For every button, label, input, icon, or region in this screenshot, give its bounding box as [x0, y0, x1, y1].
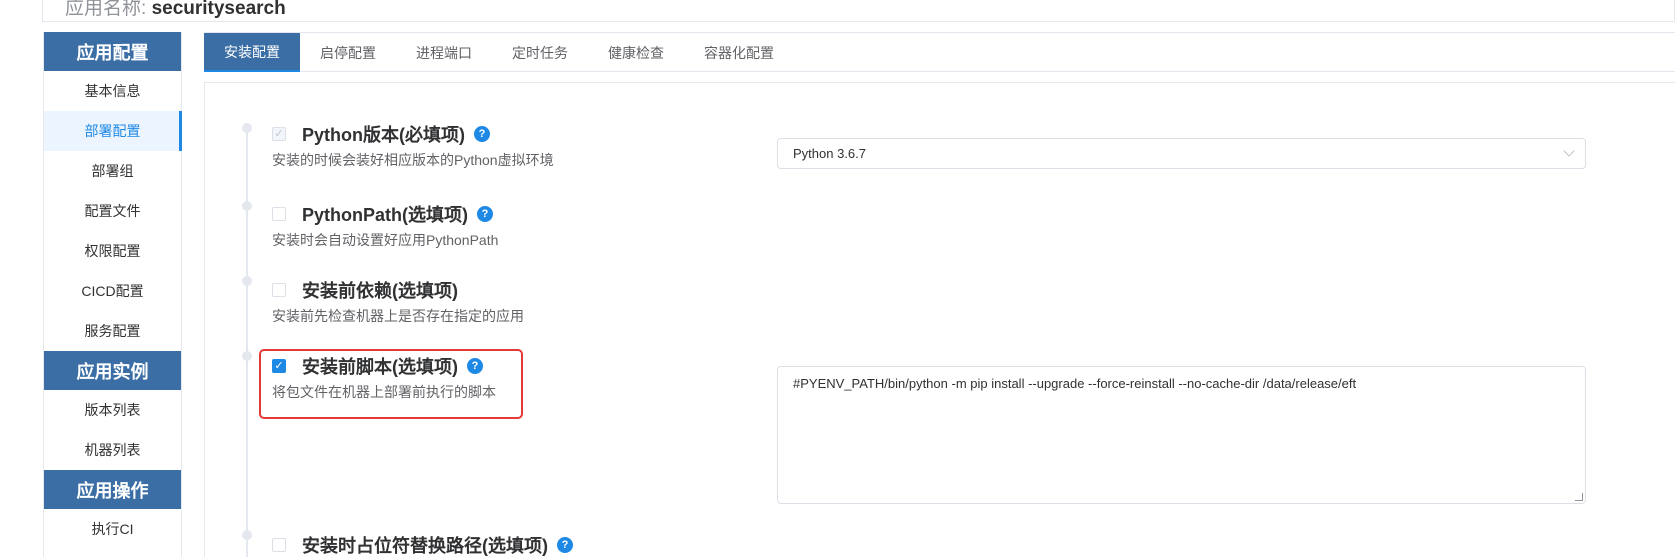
tab-container-config[interactable]: 容器化配置 [684, 33, 794, 72]
tab-process-ports[interactable]: 进程端口 [396, 33, 492, 72]
config-item-title: 安装时占位符替换路径(选填项) [302, 536, 548, 556]
config-item-desc: 安装时会自动设置好应用PythonPath [272, 232, 499, 248]
config-item-desc: 安装前先检查机器上是否存在指定的应用 [272, 308, 524, 324]
sidebar-item-cicd[interactable]: CICD配置 [44, 271, 181, 311]
pythonpath-checkbox[interactable] [272, 207, 286, 221]
sidebar-item-basic-info[interactable]: 基本信息 [44, 71, 181, 111]
sidebar-item-version-list[interactable]: 版本列表 [44, 390, 181, 430]
timeline-line [246, 130, 248, 557]
timeline-dot [242, 201, 252, 211]
sidebar-item-deploy-group[interactable]: 部署组 [44, 151, 181, 191]
python-version-select[interactable]: Python 3.6.7 [777, 138, 1586, 169]
sidebar-group-app-config: 应用配置 [44, 32, 181, 71]
help-icon[interactable]: ? [477, 206, 493, 222]
timeline-dot [242, 276, 252, 286]
resize-handle-icon[interactable] [1575, 493, 1583, 501]
pre-install-script-checkbox[interactable]: ✓ [272, 359, 286, 373]
pre-install-script-value: #PYENV_PATH/bin/python -m pip install --… [793, 376, 1357, 391]
tab-health-check[interactable]: 健康检查 [588, 33, 684, 72]
app-name-label: 应用名称: [65, 0, 147, 19]
help-icon[interactable]: ? [467, 358, 483, 374]
app-name-value: securitysearch [151, 0, 286, 19]
help-icon[interactable]: ? [557, 537, 573, 553]
config-item-title: 安装前脚本(选填项) [302, 357, 458, 377]
timeline-dot [242, 351, 252, 361]
config-item-title: Python版本(必填项) [302, 125, 465, 145]
config-item-desc: 安装的时候会装好相应版本的Python虚拟环境 [272, 152, 554, 168]
config-tabs: 安装配置 启停配置 进程端口 定时任务 健康检查 容器化配置 [204, 32, 1675, 72]
config-item-python-version: ✓ Python版本(必填项) ? 安装的时候会装好相应版本的Python虚拟环… [272, 122, 554, 170]
sidebar-item-deploy-config[interactable]: 部署配置 [44, 111, 182, 151]
sidebar-group-app-instances: 应用实例 [44, 351, 181, 390]
python-version-value: Python 3.6.7 [793, 146, 866, 161]
app-name-row: 应用名称: securitysearch [65, 0, 286, 20]
timeline-dot [242, 530, 252, 540]
placeholder-paths-checkbox[interactable] [272, 538, 286, 552]
tab-start-stop-config[interactable]: 启停配置 [300, 33, 396, 72]
sidebar-group-app-operations: 应用操作 [44, 470, 181, 509]
tab-scheduled-tasks[interactable]: 定时任务 [492, 33, 588, 72]
sidebar-item-config-files[interactable]: 配置文件 [44, 191, 181, 231]
pre-install-script-textarea[interactable]: #PYENV_PATH/bin/python -m pip install --… [777, 366, 1586, 504]
tab-install-config[interactable]: 安装配置 [204, 33, 300, 72]
sidebar-item-machine-list[interactable]: 机器列表 [44, 430, 181, 470]
timeline-dot [242, 123, 252, 133]
pre-install-deps-checkbox[interactable] [272, 283, 286, 297]
config-item-title: 安装前依赖(选填项) [302, 281, 458, 301]
config-item-pythonpath: PythonPath(选填项) ? 安装时会自动设置好应用PythonPath [272, 202, 498, 250]
sidebar-item-permissions[interactable]: 权限配置 [44, 231, 181, 271]
chevron-down-icon [1563, 145, 1575, 157]
python-version-checkbox[interactable]: ✓ [272, 127, 286, 141]
app-header: 应用名称: securitysearch [42, 0, 1675, 22]
config-item-placeholder-paths: 安装时占位符替换路径(选填项) ? [272, 533, 573, 557]
help-icon[interactable]: ? [473, 126, 490, 142]
config-item-pre-install-script: ✓ 安装前脚本(选填项) ? 将包文件在机器上部署前执行的脚本 [272, 354, 496, 402]
config-item-desc: 将包文件在机器上部署前执行的脚本 [272, 384, 496, 400]
config-item-pre-install-deps: 安装前依赖(选填项) 安装前先检查机器上是否存在指定的应用 [272, 278, 524, 326]
sidebar-item-run-ci[interactable]: 执行CI [44, 509, 181, 549]
config-item-title: PythonPath(选填项) [302, 205, 468, 225]
sidebar: 应用配置 基本信息 部署配置 部署组 配置文件 权限配置 CICD配置 服务配置… [43, 32, 182, 557]
sidebar-item-service-config[interactable]: 服务配置 [44, 311, 181, 351]
